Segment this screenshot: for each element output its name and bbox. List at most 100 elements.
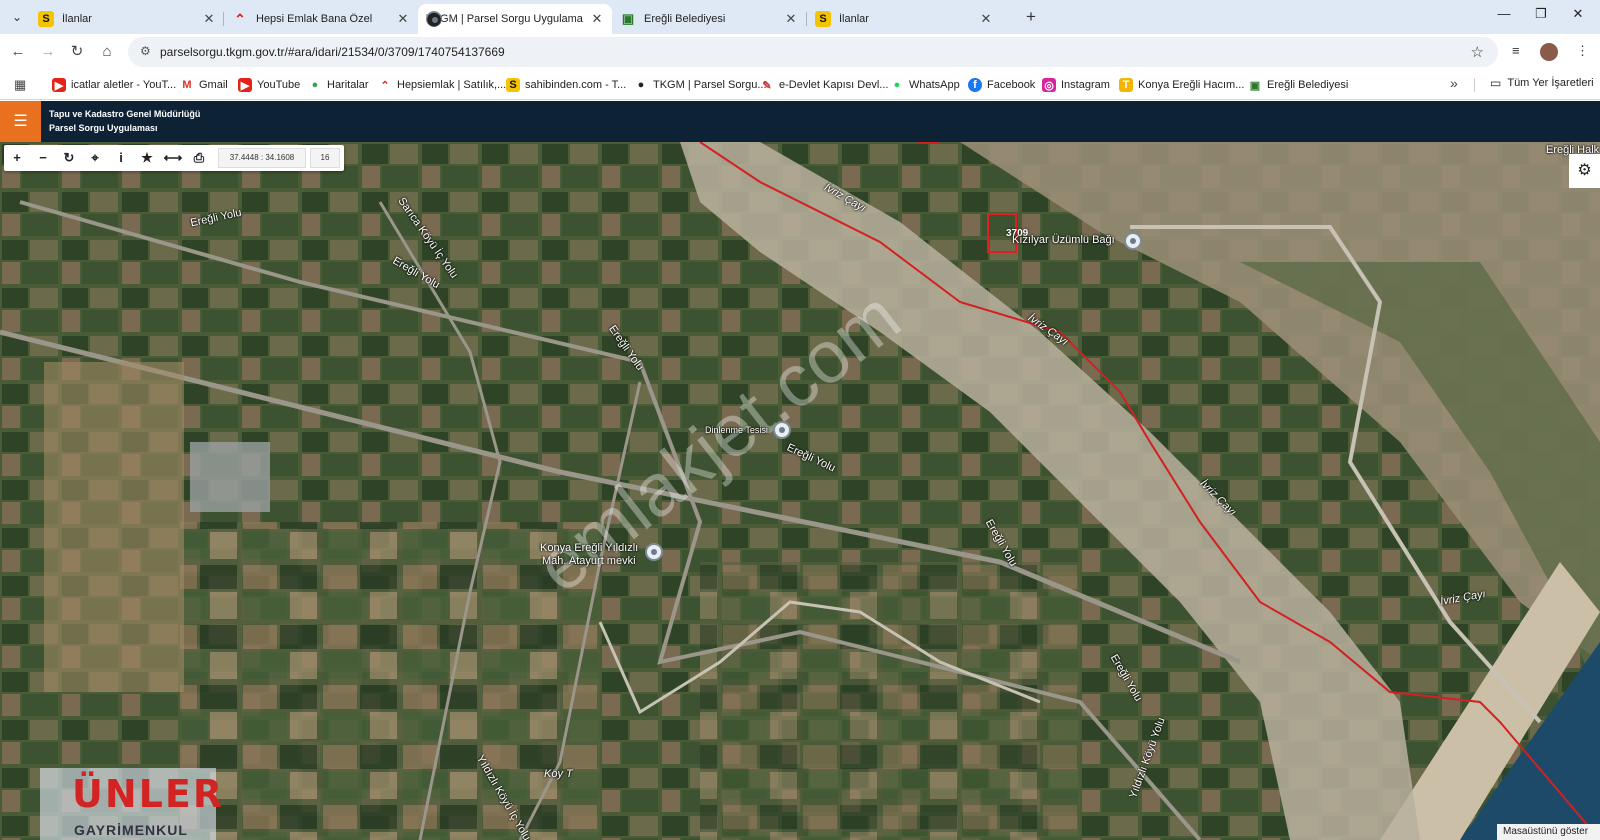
bookmark-sahibinden[interactable]: S sahibinden.com - T... xyxy=(506,76,626,94)
browser-menu-icon[interactable]: ⋮ xyxy=(1576,43,1589,59)
browser-chrome: ⌄ S İlanlar ✕ ⌃ Hepsi Emlak Bana Özel ✕ … xyxy=(0,0,1600,101)
sahibinden-icon: S xyxy=(815,11,831,27)
poi-label: Dinlenme Tesisi xyxy=(705,425,768,435)
t-icon: T xyxy=(1119,78,1133,92)
tab-title: Hepsi Emlak Bana Özel xyxy=(256,13,373,25)
tab-close-icon[interactable]: ✕ xyxy=(979,11,993,27)
bookmark-divider xyxy=(1474,78,1475,92)
address-bar-row: ← → ↻ ⌂ ⚙ parselsorgu.tkgm.gov.tr/#ara/i… xyxy=(0,34,1600,70)
bookmark-label: sahibinden.com - T... xyxy=(525,79,627,91)
satellite-map[interactable]: emlakjet.com 3709 Kızılyar Üzümlü Bağı D… xyxy=(0,142,1600,840)
sahibinden-icon: S xyxy=(38,11,54,27)
more-bookmarks-icon[interactable]: » xyxy=(1450,75,1458,91)
hepsiemlak-icon: ⌃ xyxy=(380,79,390,92)
info-icon[interactable]: i xyxy=(108,145,134,171)
tab-search-icon[interactable]: ⌄ xyxy=(6,7,28,27)
show-desktop-tooltip[interactable]: Masaüstünü göster xyxy=(1497,824,1600,840)
url-bar[interactable]: ⚙ parselsorgu.tkgm.gov.tr/#ara/idari/215… xyxy=(128,37,1498,67)
tab-title: İlanlar xyxy=(62,13,92,25)
poi-marker[interactable] xyxy=(773,421,791,439)
media-control-icon[interactable]: ≡ xyxy=(1512,43,1520,58)
bookmark-haritalar[interactable]: ● Haritalar xyxy=(308,76,369,94)
bookmark-label: TKGM | Parsel Sorgu... xyxy=(653,79,767,91)
site-info-icon[interactable]: ⚙ xyxy=(140,44,151,58)
tab-title: İlanlar xyxy=(839,13,869,25)
bookmark-gmail[interactable]: M Gmail xyxy=(180,76,228,94)
tab-close-icon[interactable]: ✕ xyxy=(396,11,410,27)
zoom-in-icon[interactable]: + xyxy=(4,145,30,171)
bookmark-edevlet[interactable]: ✎ e-Devlet Kapısı Devl... xyxy=(760,76,888,94)
tab-eregli-belediyesi[interactable]: ▣ Ereğli Belediyesi ✕ xyxy=(612,4,806,34)
tab-title: TKGM | Parsel Sorgu Uygulama xyxy=(426,13,583,25)
all-bookmarks[interactable]: ▭ Tüm Yer İşaretleri xyxy=(1490,76,1594,90)
hamburger-menu-icon[interactable]: ☰ xyxy=(0,101,41,142)
bookmark-star-icon[interactable]: ☆ xyxy=(1471,43,1484,61)
facebook-icon: f xyxy=(968,78,982,92)
edevlet-icon: ✎ xyxy=(762,79,772,92)
profile-avatar[interactable] xyxy=(1540,43,1558,61)
settings-gear-icon[interactable]: ⚙ xyxy=(1569,154,1600,188)
star-icon[interactable]: ★ xyxy=(134,145,160,171)
tab-ilanlar-2[interactable]: S İlanlar ✕ xyxy=(807,4,1001,34)
maps-icon: ● xyxy=(311,79,319,91)
sahibinden-icon: S xyxy=(506,78,520,92)
bookmark-label: Facebook xyxy=(987,79,1036,91)
tab-close-icon[interactable]: ✕ xyxy=(590,11,604,27)
app-header: ☰ Tapu ve Kadastro Genel Müdürlüğü Parse… xyxy=(0,101,1600,142)
tab-close-icon[interactable]: ✕ xyxy=(784,11,798,27)
print-icon[interactable]: ⎙ xyxy=(186,145,212,171)
tab-strip: ⌄ S İlanlar ✕ ⌃ Hepsi Emlak Bana Özel ✕ … xyxy=(0,0,1600,34)
map-toolbar: + − ↻ ⌖ i ★ ⟷ ⎙ 37.4448 : 34.1608 16 xyxy=(4,145,344,171)
youtube-icon: ▶ xyxy=(238,78,252,92)
gmail-icon: M xyxy=(182,79,192,91)
bookmark-hepsiemlak[interactable]: ⌃ Hepsiemlak | Satılık,... xyxy=(378,76,506,94)
minimize-icon[interactable]: — xyxy=(1494,6,1514,21)
poi-marker[interactable] xyxy=(1124,232,1142,250)
folder-icon: ▭ xyxy=(1490,76,1502,90)
whatsapp-icon: ● xyxy=(893,79,901,91)
poi-label: Mah. Atayurt mevki xyxy=(542,555,636,567)
bookmark-label: icatlar aletler - YouT... xyxy=(71,79,177,91)
refresh-icon[interactable]: ↻ xyxy=(56,145,82,171)
url-text[interactable]: parselsorgu.tkgm.gov.tr/#ara/idari/21534… xyxy=(160,45,505,59)
app-title-line1: Tapu ve Kadastro Genel Müdürlüğü xyxy=(49,109,201,119)
bookmark-tkgm[interactable]: ● TKGM | Parsel Sorgu... xyxy=(634,76,767,94)
poi-label: Kızılyar Üzümlü Bağı xyxy=(1012,234,1115,246)
tab-tkgm[interactable]: ⬤ TKGM | Parsel Sorgu Uygulama ✕ xyxy=(418,4,612,34)
app-title-line2: Parsel Sorgu Uygulaması xyxy=(49,123,158,133)
bookmark-label: YouTube xyxy=(257,79,301,91)
bookmark-konya-eregli[interactable]: T Konya Ereğli Hacım... xyxy=(1119,76,1244,94)
tab-close-icon[interactable]: ✕ xyxy=(202,11,216,27)
instagram-icon: ◎ xyxy=(1042,78,1056,92)
locate-icon[interactable]: ⌖ xyxy=(82,145,108,171)
reload-icon[interactable]: ↻ xyxy=(67,42,87,62)
new-tab-icon[interactable]: + xyxy=(1026,7,1036,27)
back-icon[interactable]: ← xyxy=(8,42,28,62)
poi-marker[interactable] xyxy=(645,543,663,561)
bookmark-label: Konya Ereğli Hacım... xyxy=(1138,79,1245,91)
hepsiemlak-icon: ⌃ xyxy=(234,10,246,27)
bookmark-youtube[interactable]: ▶ YouTube xyxy=(238,76,300,94)
youtube-icon: ▶ xyxy=(52,78,66,92)
satellite-imagery xyxy=(0,142,1600,840)
bookmark-icatlar[interactable]: ▶ icatlar aletler - YouT... xyxy=(52,76,176,94)
tab-ilanlar-1[interactable]: S İlanlar ✕ xyxy=(30,4,224,34)
restore-icon[interactable]: ❐ xyxy=(1531,6,1551,22)
bookmark-label: Instagram xyxy=(1061,79,1110,91)
apps-grid-icon[interactable]: ▦ xyxy=(14,77,26,93)
bookmark-label: WhatsApp xyxy=(909,79,960,91)
map-pin-icon: ⬤ xyxy=(426,11,442,27)
bookmark-label: Gmail xyxy=(199,79,228,91)
zoom-out-icon[interactable]: − xyxy=(30,145,56,171)
bookmark-instagram[interactable]: ◎ Instagram xyxy=(1042,76,1110,94)
bookmark-facebook[interactable]: f Facebook xyxy=(968,76,1035,94)
bookmark-eregli-belediyesi[interactable]: ▣ Ereğli Belediyesi xyxy=(1248,76,1349,94)
tab-hepsiemlak[interactable]: ⌃ Hepsi Emlak Bana Özel ✕ xyxy=(224,4,418,34)
forward-icon[interactable]: → xyxy=(38,42,58,62)
bookmark-whatsapp[interactable]: ● WhatsApp xyxy=(890,76,960,94)
logo-text: ÜNLER xyxy=(72,772,225,816)
home-icon[interactable]: ⌂ xyxy=(97,42,117,62)
coordinate-readout: 37.4448 : 34.1608 xyxy=(218,148,306,168)
close-window-icon[interactable]: ✕ xyxy=(1568,6,1588,22)
measure-icon[interactable]: ⟷ xyxy=(160,145,186,171)
